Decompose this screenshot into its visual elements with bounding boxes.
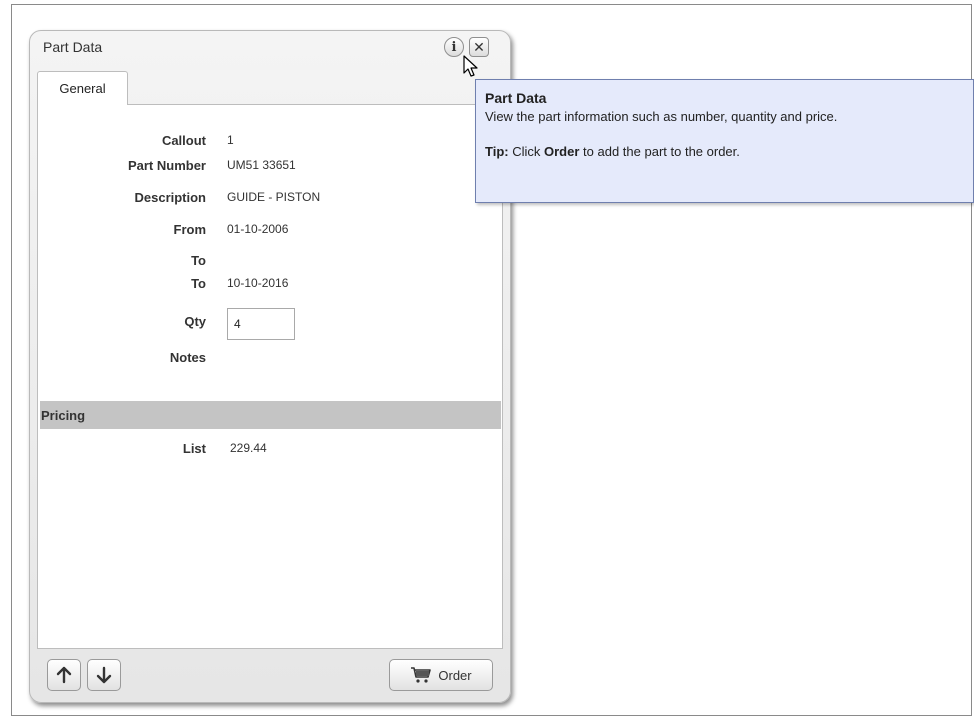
panel-title: Part Data xyxy=(43,39,103,55)
from-value: 01-10-2006 xyxy=(227,222,289,236)
tab-general[interactable]: General xyxy=(37,71,128,105)
info-icon[interactable]: i xyxy=(444,37,464,57)
field-to: To 10-10-2016 xyxy=(38,276,504,296)
from-label: From xyxy=(173,222,207,237)
callout-label: Callout xyxy=(161,133,206,148)
field-callout: Callout 1 xyxy=(38,133,504,153)
pricing-header: Pricing xyxy=(40,401,501,429)
notes-label: Notes xyxy=(169,350,206,365)
callout-value: 1 xyxy=(227,133,234,147)
description-label: Description xyxy=(134,190,206,205)
tab-content: Callout 1 Part Number UM51 33651 Descrip… xyxy=(37,104,503,649)
to-value-2: 10-10-2016 xyxy=(227,276,289,290)
order-button[interactable]: Order xyxy=(389,659,493,691)
part-number-value: UM51 33651 xyxy=(227,158,296,172)
info-tooltip: Part Data View the part information such… xyxy=(475,79,974,203)
tooltip-tip: Tip: Click Order to add the part to the … xyxy=(485,144,964,159)
field-from: From 01-10-2006 xyxy=(38,222,504,242)
list-label: List xyxy=(182,441,206,456)
tooltip-tip-prefix: Tip: xyxy=(485,144,509,159)
field-part-number: Part Number UM51 33651 xyxy=(38,158,504,178)
cart-icon xyxy=(411,667,432,683)
arrow-down-icon xyxy=(96,666,112,684)
part-number-label: Part Number xyxy=(127,158,206,173)
field-to-empty: To xyxy=(38,253,504,273)
field-description: Description GUIDE - PISTON xyxy=(38,190,504,210)
order-label: Order xyxy=(438,667,472,683)
qty-label: Qty xyxy=(184,314,206,329)
mouse-cursor-icon xyxy=(463,55,478,77)
field-list-price: List 229.44 xyxy=(38,441,504,461)
field-notes: Notes xyxy=(38,350,504,370)
description-value: GUIDE - PISTON xyxy=(227,190,321,204)
close-icon[interactable]: ✕ xyxy=(469,37,489,57)
tooltip-tip-text-1: Click xyxy=(512,144,541,159)
qty-input[interactable] xyxy=(227,308,295,340)
arrow-up-icon xyxy=(56,666,72,684)
tooltip-body: View the part information such as number… xyxy=(485,109,838,124)
previous-button[interactable] xyxy=(47,659,81,691)
list-value: 229.44 xyxy=(230,441,267,455)
next-button[interactable] xyxy=(87,659,121,691)
to-label-2: To xyxy=(191,276,206,291)
field-qty: Qty xyxy=(38,308,504,340)
to-label-1: To xyxy=(191,253,206,268)
tooltip-title: Part Data xyxy=(485,90,547,106)
tooltip-tip-text-2: to add the part to the order. xyxy=(583,144,740,159)
tooltip-tip-bold: Order xyxy=(544,144,580,159)
part-data-panel: Part Data i ✕ General Callout 1 Part Num… xyxy=(29,30,511,703)
